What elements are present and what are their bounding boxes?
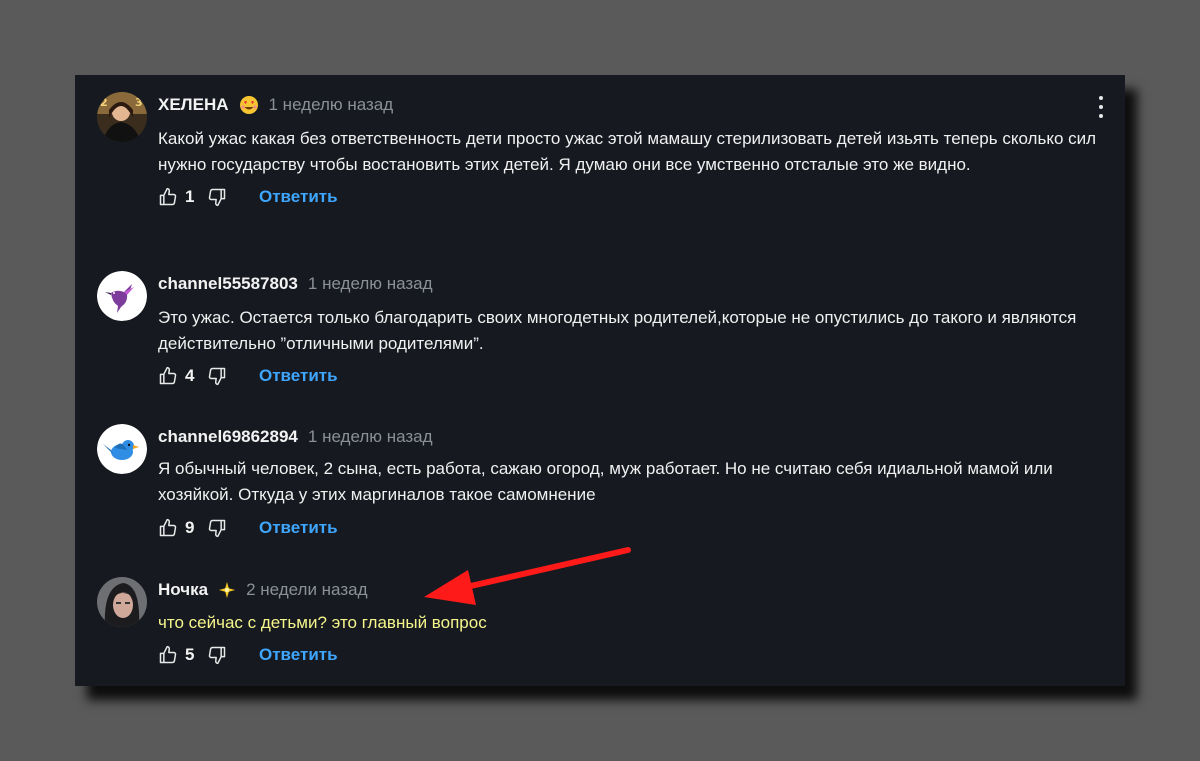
thumbs-down-icon xyxy=(208,646,226,665)
avatar[interactable] xyxy=(97,271,147,321)
thumbs-up-icon xyxy=(159,645,177,664)
thumbs-down-icon xyxy=(208,188,226,207)
comment-timestamp: 2 недели назад xyxy=(246,580,368,599)
comment-text: Какой ужас какая без ответственность дет… xyxy=(158,129,1097,174)
comment-timestamp: 1 неделю назад xyxy=(268,95,394,114)
comment-author[interactable]: channel69862894 xyxy=(158,427,298,447)
like-button[interactable]: 1 xyxy=(158,187,207,207)
like-count: 9 xyxy=(185,518,195,537)
like-button[interactable]: 9 xyxy=(158,518,207,538)
comment-text: Я обычный человек, 2 сына, есть работа, … xyxy=(158,459,1053,504)
thumbs-down-icon xyxy=(208,519,226,538)
dislike-button[interactable] xyxy=(207,645,227,665)
comment-text: что сейчас с детьми? это главный вопрос xyxy=(158,613,487,632)
thumbs-down-icon xyxy=(208,367,226,386)
like-count: 5 xyxy=(185,645,195,664)
reply-button[interactable]: Ответить xyxy=(259,645,338,665)
reply-button[interactable]: Ответить xyxy=(259,518,338,538)
reply-button[interactable]: Ответить xyxy=(259,187,338,207)
comment-timestamp: 1 неделю назад xyxy=(307,274,433,293)
thumbs-up-icon xyxy=(159,366,177,385)
heart-eyes-emoji-icon xyxy=(239,95,259,115)
sparkle-star-icon xyxy=(218,581,236,599)
comment-author[interactable]: ХЕЛЕНА xyxy=(158,95,229,115)
reply-button[interactable]: Ответить xyxy=(259,366,338,386)
thumbs-up-icon xyxy=(159,187,177,206)
dislike-button[interactable] xyxy=(207,187,227,207)
dislike-button[interactable] xyxy=(207,518,227,538)
comment-author[interactable]: Ночка xyxy=(158,580,208,600)
like-button[interactable]: 5 xyxy=(158,645,207,665)
thumbs-up-icon xyxy=(159,518,177,537)
comment-author[interactable]: channel55587803 xyxy=(158,274,298,294)
avatar[interactable] xyxy=(97,577,147,627)
dislike-button[interactable] xyxy=(207,366,227,386)
comment-timestamp: 1 неделю назад xyxy=(307,427,433,446)
like-button[interactable]: 4 xyxy=(158,366,207,386)
avatar[interactable]: 2 3 xyxy=(97,92,147,142)
comment-text: Это ужас. Остается только благодарить св… xyxy=(158,308,1077,353)
like-count: 4 xyxy=(185,366,195,385)
like-count: 1 xyxy=(185,187,195,206)
avatar[interactable] xyxy=(97,424,147,474)
